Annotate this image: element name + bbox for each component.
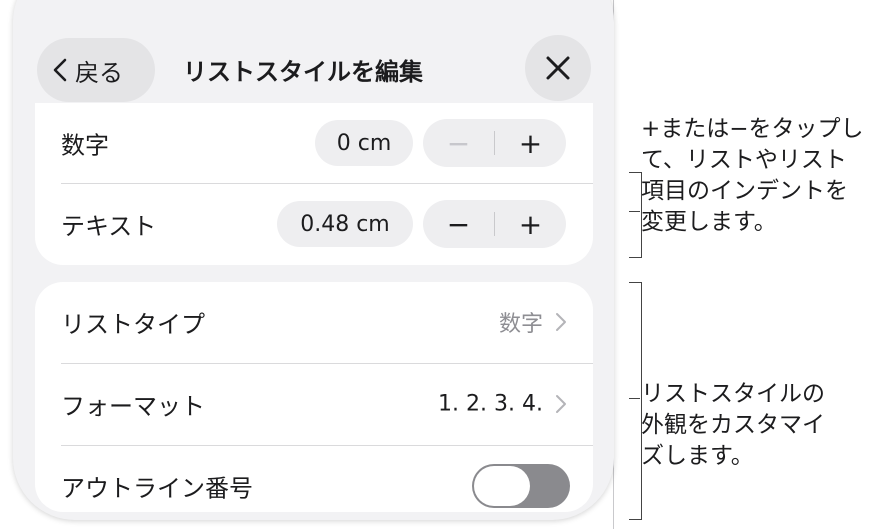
indent-callout: +または−をタップし て、リストやリスト 項目のインデントを 変更します。 <box>641 114 864 238</box>
outline-numbering-toggle[interactable] <box>472 464 570 508</box>
format-value: 1. 2. 3. 4. <box>438 391 543 417</box>
back-button-label: 戻る <box>75 58 123 87</box>
list-type-label: リストタイプ <box>61 310 205 339</box>
close-button[interactable] <box>525 35 591 101</box>
list-type-row[interactable]: リストタイプ 数字 <box>35 282 593 362</box>
chevron-right-icon <box>556 395 566 413</box>
close-icon <box>546 56 570 80</box>
list-settings-card: リストタイプ 数字 フォーマット 1. 2. 3. 4. アウトライン番号 <box>35 282 593 512</box>
text-indent-stepper: − + <box>423 200 566 248</box>
indent-card: 数字 0 cm − + テキスト 0.48 cm − + <box>35 103 593 265</box>
back-button[interactable]: 戻る <box>37 38 155 102</box>
indent-callout-line: 変更します。 <box>641 209 777 235</box>
text-indent-increase-button[interactable]: + <box>495 200 566 248</box>
numbers-indent-stepper: − + <box>423 119 566 167</box>
edit-list-style-panel: 数字 0 cm − + テキスト 0.48 cm − + 戻る リストスタイルを… <box>13 0 614 520</box>
chevron-left-icon <box>53 58 67 82</box>
style-callout-line: 外観をカスタマイ <box>641 412 825 438</box>
numbers-indent-row: 数字 0 cm − + <box>35 103 593 183</box>
style-callout-bracket <box>629 282 642 520</box>
indent-callout-leader <box>629 211 640 212</box>
indent-callout-line: 項目のインデントを <box>641 178 848 204</box>
text-indent-decrease-button[interactable]: − <box>423 200 494 248</box>
indent-callout-line: て、リストやリスト <box>641 147 847 173</box>
indent-callout-bracket <box>629 172 642 258</box>
outline-numbering-row: アウトライン番号 <box>35 446 593 520</box>
text-indent-label: テキスト <box>61 212 157 241</box>
numbers-indent-decrease-button[interactable]: − <box>423 119 494 167</box>
numbers-indent-value[interactable]: 0 cm <box>315 120 413 166</box>
outline-numbering-label: アウトライン番号 <box>61 474 253 503</box>
chevron-right-icon <box>556 313 566 331</box>
indent-callout-line: +または−をタップし <box>641 116 864 142</box>
text-indent-row: テキスト 0.48 cm − + <box>35 184 593 264</box>
format-row[interactable]: フォーマット 1. 2. 3. 4. <box>35 364 593 444</box>
page-title: リストスタイルを編集 <box>183 58 423 86</box>
numbers-indent-label: 数字 <box>61 131 109 160</box>
toggle-knob <box>474 466 530 506</box>
format-label: フォーマット <box>61 392 205 421</box>
numbers-indent-increase-button[interactable]: + <box>495 119 566 167</box>
style-callout-line: リストスタイルの <box>641 381 825 407</box>
style-callout-leader <box>629 398 640 399</box>
style-callout: リストスタイルの 外観をカスタマイ ズします。 <box>641 379 825 472</box>
list-type-value: 数字 <box>498 312 543 337</box>
style-callout-line: ズします。 <box>641 443 754 469</box>
text-indent-value[interactable]: 0.48 cm <box>277 201 413 247</box>
